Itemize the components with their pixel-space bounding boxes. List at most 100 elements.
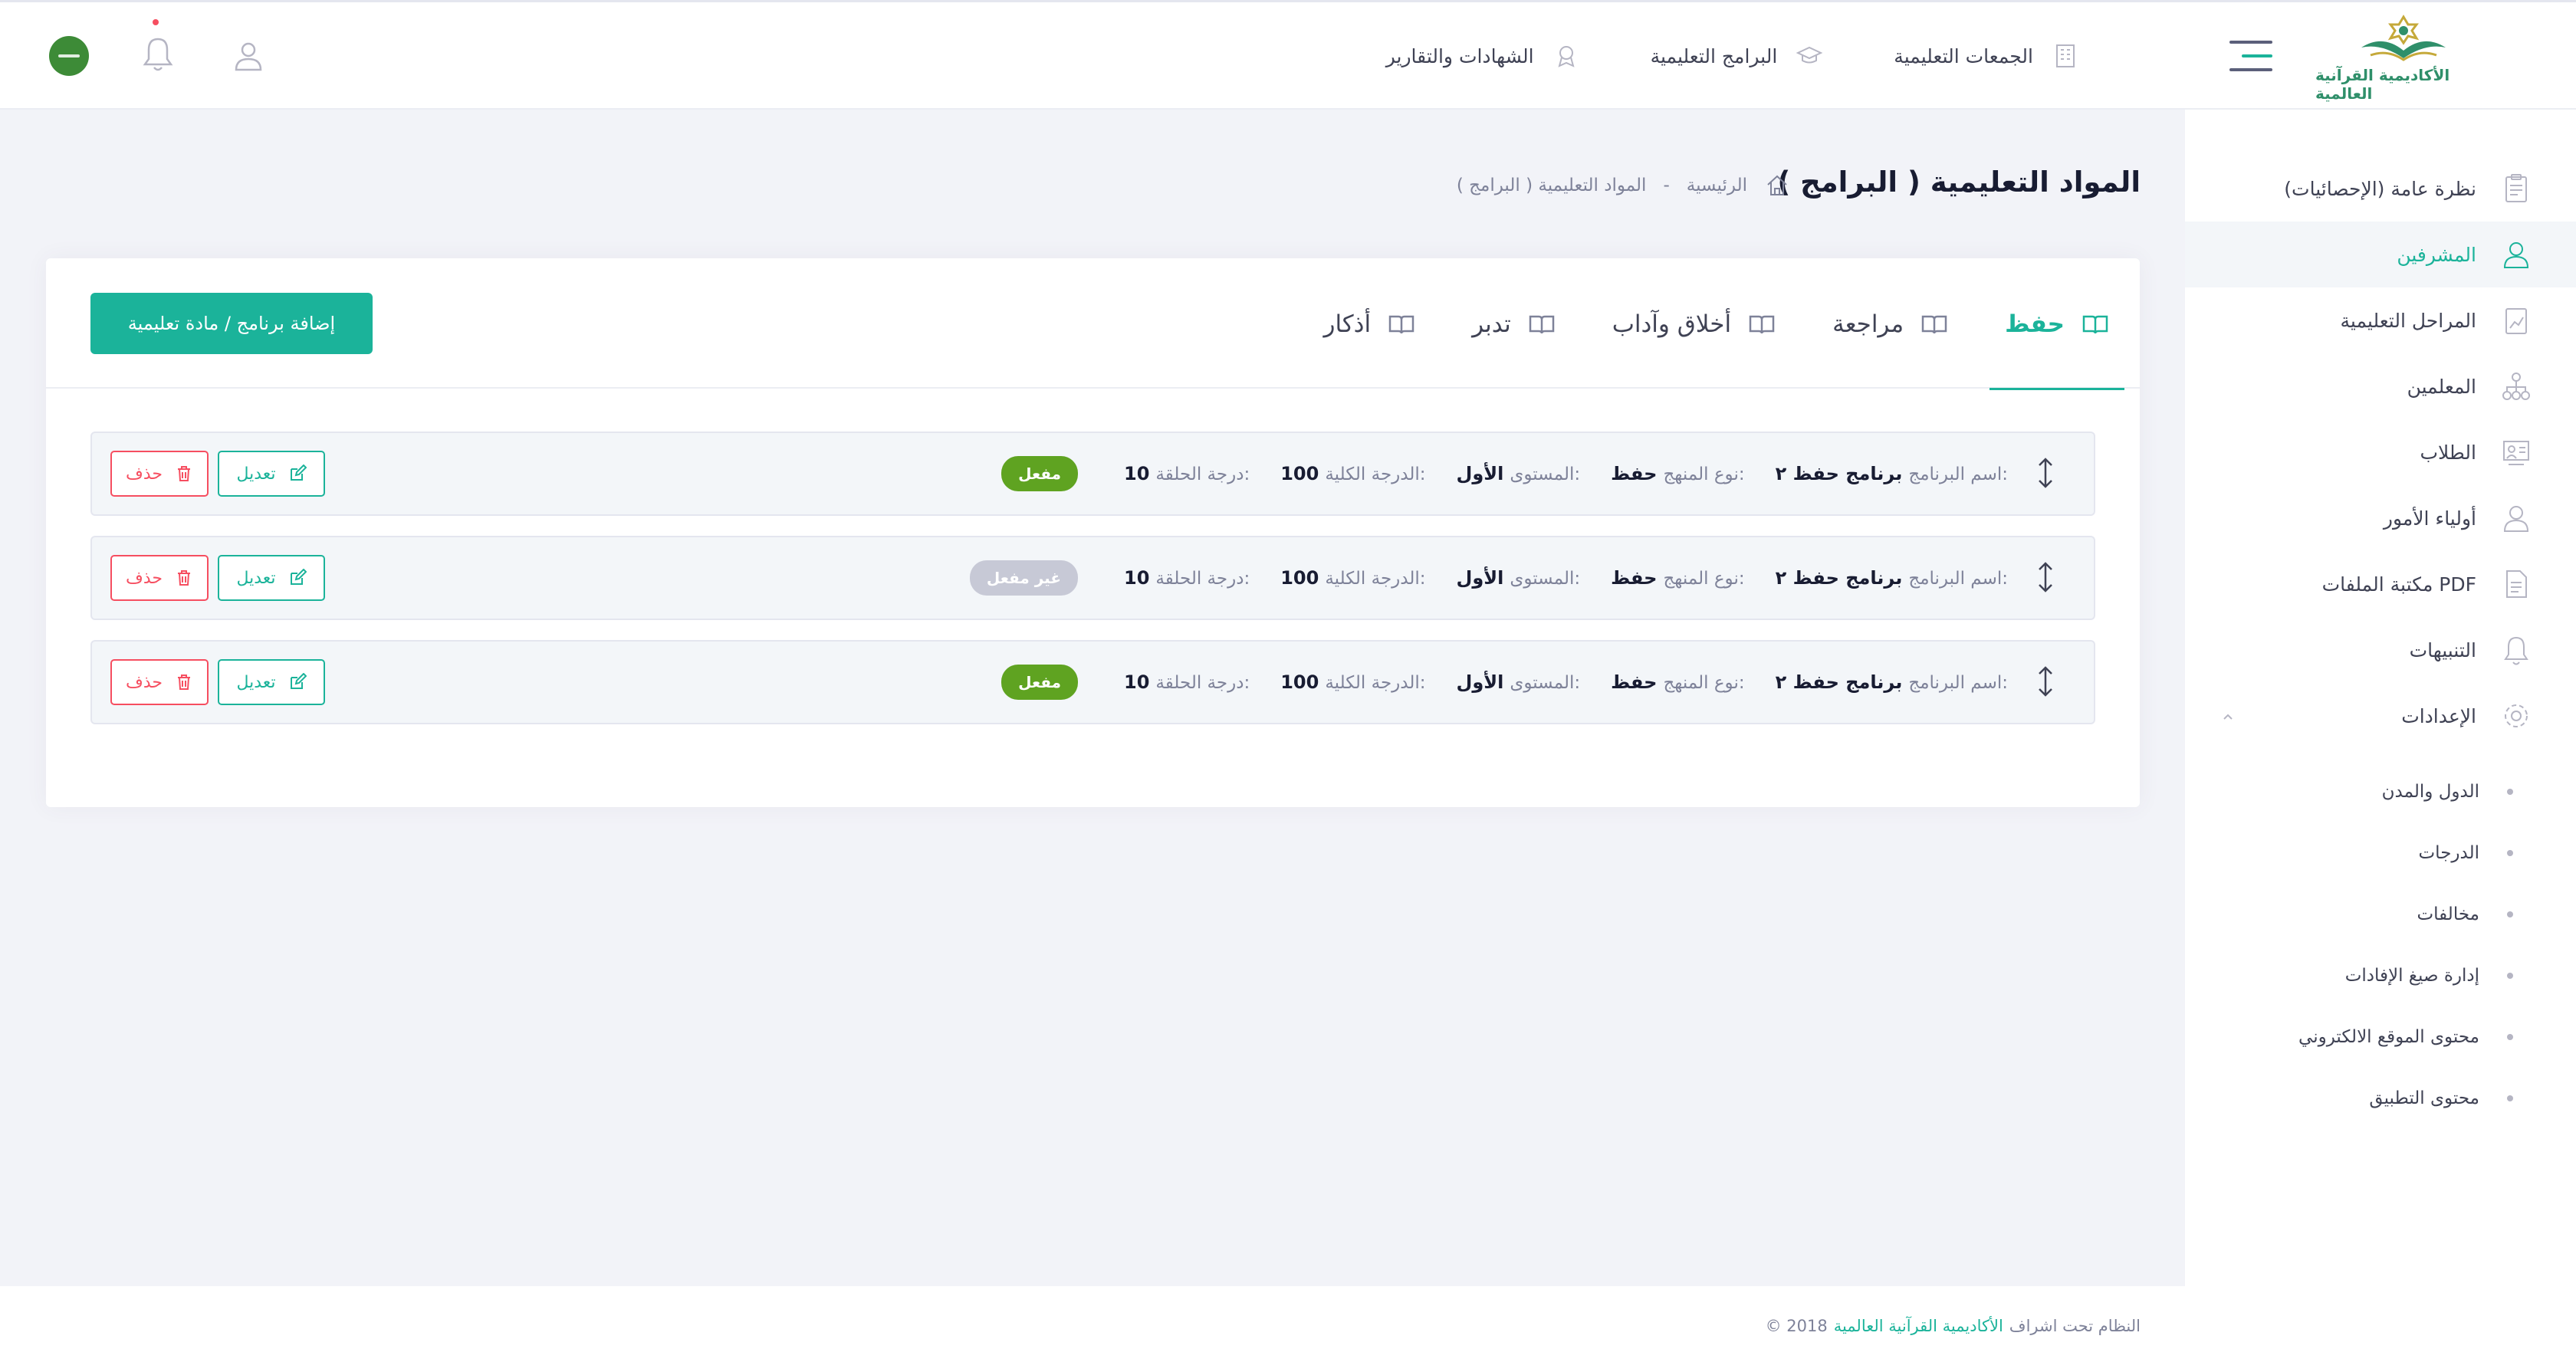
sidebar-item-teachers[interactable]: المعلمين	[2185, 353, 2576, 419]
status-badge: مفعل	[1001, 665, 1079, 700]
menu-icon-line	[2229, 68, 2272, 71]
user-icon[interactable]	[230, 38, 267, 74]
open-book-icon	[1529, 315, 1554, 333]
footer-year: © 2018	[1765, 1317, 1828, 1335]
circle-grade-value: 10	[1124, 671, 1150, 693]
program-row: اسم البرنامج: برنامج حفظ ٢ نوع المنهج: ح…	[90, 432, 2095, 516]
top-header: الأكاديمية القرآنية العالمية الجمعات الت…	[0, 0, 2576, 110]
brand-logo[interactable]: الأكاديمية القرآنية العالمية	[2315, 10, 2492, 103]
tab-review[interactable]: مراجعة	[1817, 260, 1963, 390]
circle-grade-value: 10	[1124, 567, 1150, 589]
delete-label: حذف	[126, 568, 163, 588]
program-name-value: برنامج حفظ ٢	[1775, 567, 1903, 589]
edit-label: تعديل	[236, 568, 276, 588]
field-program-name: اسم البرنامج: برنامج حفظ ٢	[1776, 671, 2008, 693]
curriculum-tabs: حفظ مراجعة أخلاق وآداب تدبر أذكار	[1282, 258, 2124, 390]
sidebar-item-settings[interactable]: الإعدادات	[2185, 683, 2576, 749]
tab-ethics[interactable]: أخلاق وآداب	[1597, 260, 1791, 390]
field-total-grade: الدرجة الكلية: 100	[1280, 463, 1425, 484]
nav-educational-programs[interactable]: البرامج التعليمية	[1651, 42, 1824, 70]
document-icon	[2506, 570, 2527, 598]
field-curriculum-type: نوع المنهج: حفظ	[1611, 671, 1744, 693]
edit-button[interactable]: تعديل	[218, 659, 325, 705]
sidebar-item-label: المراحل التعليمية	[2340, 309, 2476, 332]
field-curriculum-type: نوع المنهج: حفظ	[1611, 463, 1744, 484]
field-program-name: اسم البرنامج: برنامج حفظ ٢	[1776, 463, 2008, 484]
total-grade-value: 100	[1280, 671, 1319, 693]
program-name-value: برنامج حفظ ٢	[1775, 463, 1903, 484]
program-fields: اسم البرنامج: برنامج حفظ ٢ نوع المنهج: ح…	[969, 537, 2008, 619]
sort-arrows-icon[interactable]	[2034, 456, 2057, 490]
delete-button[interactable]: حذف	[110, 451, 209, 497]
edit-button[interactable]: تعديل	[218, 451, 325, 497]
bell-icon[interactable]	[140, 34, 176, 74]
bullet-dot	[2507, 850, 2513, 856]
delete-button[interactable]: حذف	[110, 659, 209, 705]
menu-icon-line	[2229, 41, 2272, 44]
field-level: المستوى: الأول	[1457, 567, 1581, 589]
menu-toggle-button[interactable]	[2229, 41, 2272, 71]
delete-button[interactable]: حذف	[110, 555, 209, 601]
tab-label: حفظ	[2005, 310, 2065, 338]
sidebar-item-stages[interactable]: المراحل التعليمية	[2185, 287, 2576, 353]
subitem-label: مخالفات	[2417, 904, 2479, 924]
bullet-dot	[2507, 911, 2513, 917]
level-value: الأول	[1456, 567, 1504, 589]
nav-educational-groups[interactable]: الجمعات التعليمية	[1894, 42, 2079, 70]
sidebar-item-label: أولياء الأمور	[2383, 507, 2476, 530]
level-value: الأول	[1456, 463, 1504, 484]
top-navigation: الجمعات التعليمية البرامج التعليمية الشه…	[1386, 33, 2079, 79]
open-book-icon	[2082, 315, 2108, 333]
bell-icon	[2504, 636, 2528, 665]
nav-label: الشهادات والتقارير	[1385, 44, 1534, 67]
home-icon[interactable]	[1764, 172, 1790, 199]
sidebar-item-label: المعلمين	[2407, 375, 2476, 398]
field-circle-grade: درجة الحلقة: 10	[1124, 567, 1250, 589]
field-label: درجة الحلقة:	[1155, 464, 1250, 484]
field-circle-grade: درجة الحلقة: 10	[1124, 463, 1250, 484]
settings-subitem-app-content[interactable]: محتوى التطبيق	[2185, 1072, 2576, 1125]
settings-subitem-statement-formats[interactable]: إدارة صيغ الإفادات	[2185, 949, 2576, 1003]
field-label: نوع المنهج:	[1663, 673, 1745, 693]
footer-prefix: النظام تحت اشراف	[2009, 1317, 2141, 1335]
tab-contemplation[interactable]: تدبر	[1457, 260, 1571, 390]
field-label: درجة الحلقة:	[1155, 569, 1250, 589]
tab-remembrance[interactable]: أذكار	[1308, 260, 1431, 390]
sidebar-item-supervisors[interactable]: المشرفين	[2185, 222, 2576, 287]
sidebar-item-overview[interactable]: نظرة عامة (الإحصائيات)	[2185, 156, 2576, 222]
field-level: المستوى: الأول	[1457, 463, 1581, 484]
sidebar-item-label: الإعدادات	[2401, 704, 2476, 727]
edit-button[interactable]: تعديل	[218, 555, 325, 601]
program-row: اسم البرنامج: برنامج حفظ ٢ نوع المنهج: ح…	[90, 640, 2095, 724]
trash-icon	[177, 675, 190, 690]
add-program-button[interactable]: إضافة برنامج / مادة تعليمية	[90, 293, 373, 354]
sort-arrows-icon[interactable]	[2034, 560, 2057, 594]
edit-label: تعديل	[236, 464, 276, 484]
tab-label: تدبر	[1472, 310, 1511, 338]
notification-dot	[153, 19, 159, 25]
sidebar-item-pdf-library[interactable]: مكتبة الملفات PDF	[2185, 551, 2576, 617]
trash-icon	[177, 466, 190, 481]
sidebar-item-alerts[interactable]: التنبيهات	[2185, 617, 2576, 683]
delete-label: حذف	[126, 464, 163, 484]
subitem-label: الدرجات	[2418, 843, 2479, 863]
nav-certificates-reports[interactable]: الشهادات والتقارير	[1386, 42, 1580, 70]
program-fields: اسم البرنامج: برنامج حفظ ٢ نوع المنهج: ح…	[1001, 642, 2008, 723]
footer-academy-link[interactable]: الأكاديمية القرآنية العالمية	[1834, 1317, 2003, 1335]
bullet-dot	[2507, 1034, 2513, 1040]
settings-subitem-grades[interactable]: الدرجات	[2185, 826, 2576, 880]
edit-icon	[290, 464, 307, 481]
settings-subitem-countries[interactable]: الدول والمدن	[2185, 765, 2576, 819]
field-label: المستوى:	[1510, 464, 1581, 484]
sort-arrows-icon[interactable]	[2034, 665, 2057, 698]
tab-memorization[interactable]: حفظ	[1990, 260, 2124, 390]
sidebar-item-guardians[interactable]: أولياء الأمور	[2185, 485, 2576, 551]
breadcrumb-home-link[interactable]: الرئيسية	[1687, 176, 1747, 195]
language-flag-icon[interactable]	[49, 36, 89, 76]
settings-subitem-website-content[interactable]: محتوى الموقع الالكتروني	[2185, 1010, 2576, 1064]
tab-label: مراجعة	[1832, 310, 1904, 338]
sidebar: نظرة عامة (الإحصائيات) المشرفين المراحل …	[2185, 110, 2576, 1286]
settings-subitem-violations[interactable]: مخالفات	[2185, 888, 2576, 941]
sidebar-item-students[interactable]: الطلاب	[2185, 419, 2576, 485]
sidebar-item-label: المشرفين	[2397, 243, 2476, 266]
